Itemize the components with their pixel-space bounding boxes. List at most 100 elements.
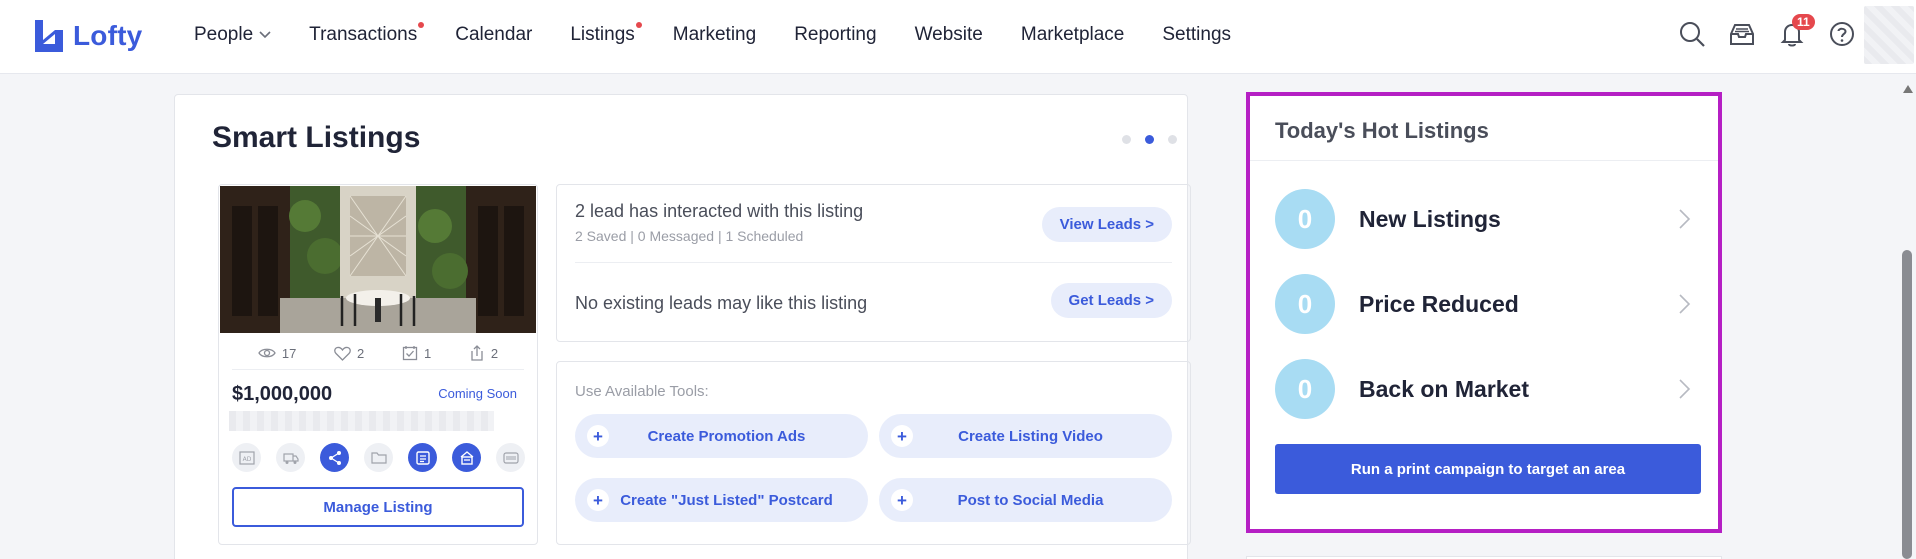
folder-icon <box>370 451 387 464</box>
notification-dot <box>635 22 642 28</box>
inbox-button[interactable] <box>1728 20 1756 48</box>
hot-listings-title: Today's Hot Listings <box>1275 118 1489 143</box>
views-stat: 17 <box>258 345 296 361</box>
search-button[interactable] <box>1678 20 1706 48</box>
notification-dot <box>418 22 425 28</box>
favorites-stat: 2 <box>334 345 364 361</box>
truck-icon <box>282 452 299 464</box>
listing-tool-icons: AD <box>232 443 525 472</box>
svg-text:AD: AD <box>242 456 251 463</box>
share-button[interactable] <box>320 443 349 472</box>
listing-photo[interactable] <box>220 186 536 333</box>
hot-listings-card: Today's Hot Listings 0 New Listings 0 Pr… <box>1246 92 1722 533</box>
chevron-right-icon <box>1679 379 1691 399</box>
hot-count: 0 <box>1275 274 1335 334</box>
listing-status-badge: Coming Soon <box>438 386 517 401</box>
notifications-button[interactable]: 11 <box>1778 14 1815 48</box>
share-icon <box>328 450 341 465</box>
hot-count: 0 <box>1275 189 1335 249</box>
ad-icon: AD <box>238 450 255 465</box>
top-navigation-bar: Lofty People Transactions Calendar Listi… <box>0 0 1916 74</box>
carousel-dot-active[interactable] <box>1145 135 1154 144</box>
help-icon <box>1830 22 1854 46</box>
create-just-listed-postcard-button[interactable]: + Create "Just Listed" Postcard <box>575 478 868 522</box>
nav-item-label: Transactions <box>309 24 418 45</box>
logo[interactable]: Lofty <box>33 18 142 54</box>
scheduled-count: 1 <box>423 345 432 361</box>
notification-count-badge: 11 <box>1792 14 1815 30</box>
nav-item-transactions[interactable]: Transactions <box>309 22 425 46</box>
nav-item-label: Website <box>914 24 983 45</box>
nav-item-settings[interactable]: Settings <box>1162 24 1231 46</box>
smart-listings-card: Smart Listings 17 2 1 2 $1,000,000 Comin… <box>174 94 1191 559</box>
inbox-icon <box>1730 24 1754 45</box>
carousel-dots <box>1122 135 1177 144</box>
nav-item-label: Reporting <box>794 24 877 45</box>
print-campaign-button[interactable]: Run a print campaign to target an area <box>1275 444 1701 494</box>
tools-panel: Use Available Tools: + Create Promotion … <box>556 361 1191 545</box>
courtyard-photo-icon <box>220 186 536 333</box>
scrollbar[interactable] <box>1898 75 1916 559</box>
chevron-down-icon <box>259 31 271 39</box>
smart-listings-title: Smart Listings <box>212 121 421 154</box>
hot-row-price-reduced[interactable]: 0 Price Reduced <box>1275 274 1693 334</box>
nav-item-reporting[interactable]: Reporting <box>794 24 876 46</box>
create-listing-video-button[interactable]: + Create Listing Video <box>879 414 1172 458</box>
post-to-social-media-button[interactable]: + Post to Social Media <box>879 478 1172 522</box>
folder-button[interactable] <box>364 443 393 472</box>
plus-icon: + <box>587 489 609 511</box>
nav-item-label: Settings <box>1162 24 1232 45</box>
help-button[interactable] <box>1828 20 1856 48</box>
view-leads-button[interactable]: View Leads > <box>1041 207 1172 242</box>
create-promotion-ads-button[interactable]: + Create Promotion Ads <box>575 414 868 458</box>
hot-count: 0 <box>1275 359 1335 419</box>
nav-item-marketplace[interactable]: Marketplace <box>1021 24 1125 46</box>
scroll-up-arrow-icon[interactable] <box>1903 85 1913 93</box>
interacted-leads-row: 2 lead has interacted with this listing … <box>575 201 1172 263</box>
get-leads-button[interactable]: Get Leads > <box>1050 283 1172 318</box>
shares-stat: 2 <box>469 345 498 361</box>
carousel-dot[interactable] <box>1122 135 1131 144</box>
hot-row-new-listings[interactable]: 0 New Listings <box>1275 189 1693 249</box>
nav-item-marketing[interactable]: Marketing <box>673 24 756 46</box>
lofty-logo-icon <box>35 20 63 52</box>
hot-row-back-on-market[interactable]: 0 Back on Market <box>1275 359 1693 419</box>
manage-listing-button[interactable]: Manage Listing <box>232 487 524 527</box>
calendar-check-icon <box>402 346 418 361</box>
flyer-icon <box>415 450 430 465</box>
nav-item-label: Listings <box>570 24 635 45</box>
chevron-right-icon <box>1679 294 1691 314</box>
carousel-dot[interactable] <box>1168 135 1177 144</box>
no-leads-row: No existing leads may like this listing … <box>575 283 1172 326</box>
scrollbar-thumb[interactable] <box>1902 250 1912 559</box>
nav-item-label: Marketplace <box>1020 24 1125 45</box>
sign-button[interactable] <box>452 443 481 472</box>
avatar[interactable] <box>1864 6 1914 64</box>
listing-address-redacted <box>229 411 494 431</box>
listing-card: 17 2 1 2 $1,000,000 Coming Soon AD Manag… <box>218 184 538 545</box>
tools-label: Use Available Tools: <box>575 383 709 400</box>
hot-label: New Listings <box>1359 205 1501 232</box>
nav-item-people[interactable]: People <box>194 24 271 46</box>
divider <box>232 369 524 370</box>
nav-item-website[interactable]: Website <box>915 24 983 46</box>
qr-icon <box>502 451 519 464</box>
leads-panel: 2 lead has interacted with this listing … <box>556 184 1191 342</box>
qr-button[interactable] <box>496 443 525 472</box>
sign-icon <box>460 450 473 465</box>
nav-item-listings[interactable]: Listings <box>570 22 642 46</box>
heart-icon <box>334 346 351 361</box>
flyer-button[interactable] <box>408 443 437 472</box>
share-out-icon <box>471 345 483 361</box>
plus-icon: + <box>891 425 913 447</box>
favorites-count: 2 <box>357 345 365 361</box>
nav-item-calendar[interactable]: Calendar <box>455 24 532 46</box>
plus-icon: + <box>891 489 913 511</box>
tool-button-label: Create "Just Listed" Postcard <box>620 491 833 509</box>
tool-button-label: Post to Social Media <box>957 491 1104 509</box>
ad-button[interactable]: AD <box>232 443 261 472</box>
search-icon <box>1680 22 1705 47</box>
shares-count: 2 <box>490 345 499 361</box>
truck-button[interactable] <box>276 443 305 472</box>
main-nav: People Transactions Calendar Listings Ma… <box>194 22 1269 46</box>
